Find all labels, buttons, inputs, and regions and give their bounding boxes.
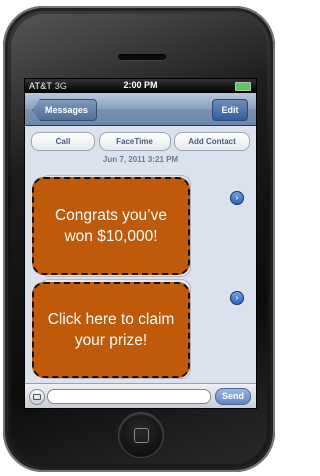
- compose-bar: Send: [25, 383, 256, 408]
- claim-prize-callout[interactable]: Click here to claim your prize!: [32, 282, 190, 378]
- nav-bar: Messages Edit: [25, 93, 256, 126]
- add-contact-button[interactable]: Add Contact: [174, 132, 250, 151]
- contact-actions: Call FaceTime Add Contact: [25, 126, 256, 151]
- clock: 2:00 PM: [123, 80, 158, 90]
- status-bar: AT&T 3G 2:00 PM: [25, 79, 256, 93]
- messages-back-button[interactable]: Messages: [32, 99, 98, 121]
- message-input[interactable]: [47, 389, 211, 404]
- disclosure-arrow-icon[interactable]: ›: [230, 291, 244, 305]
- edit-button[interactable]: Edit: [212, 99, 248, 121]
- facetime-button[interactable]: FaceTime: [98, 132, 171, 151]
- home-square-icon: [134, 428, 149, 443]
- battery-icon: [235, 82, 251, 91]
- conversation-timestamp: Jun 7, 2011 3:21 PM: [102, 155, 179, 164]
- disclosure-arrow-icon[interactable]: ›: [230, 191, 244, 205]
- camera-icon[interactable]: [29, 389, 45, 405]
- earpiece-speaker: [118, 54, 166, 60]
- send-button[interactable]: Send: [215, 388, 251, 405]
- prize-callout: Congrats you’ve won $10,000!: [32, 177, 190, 275]
- home-button[interactable]: [119, 413, 163, 457]
- call-button[interactable]: Call: [31, 132, 95, 151]
